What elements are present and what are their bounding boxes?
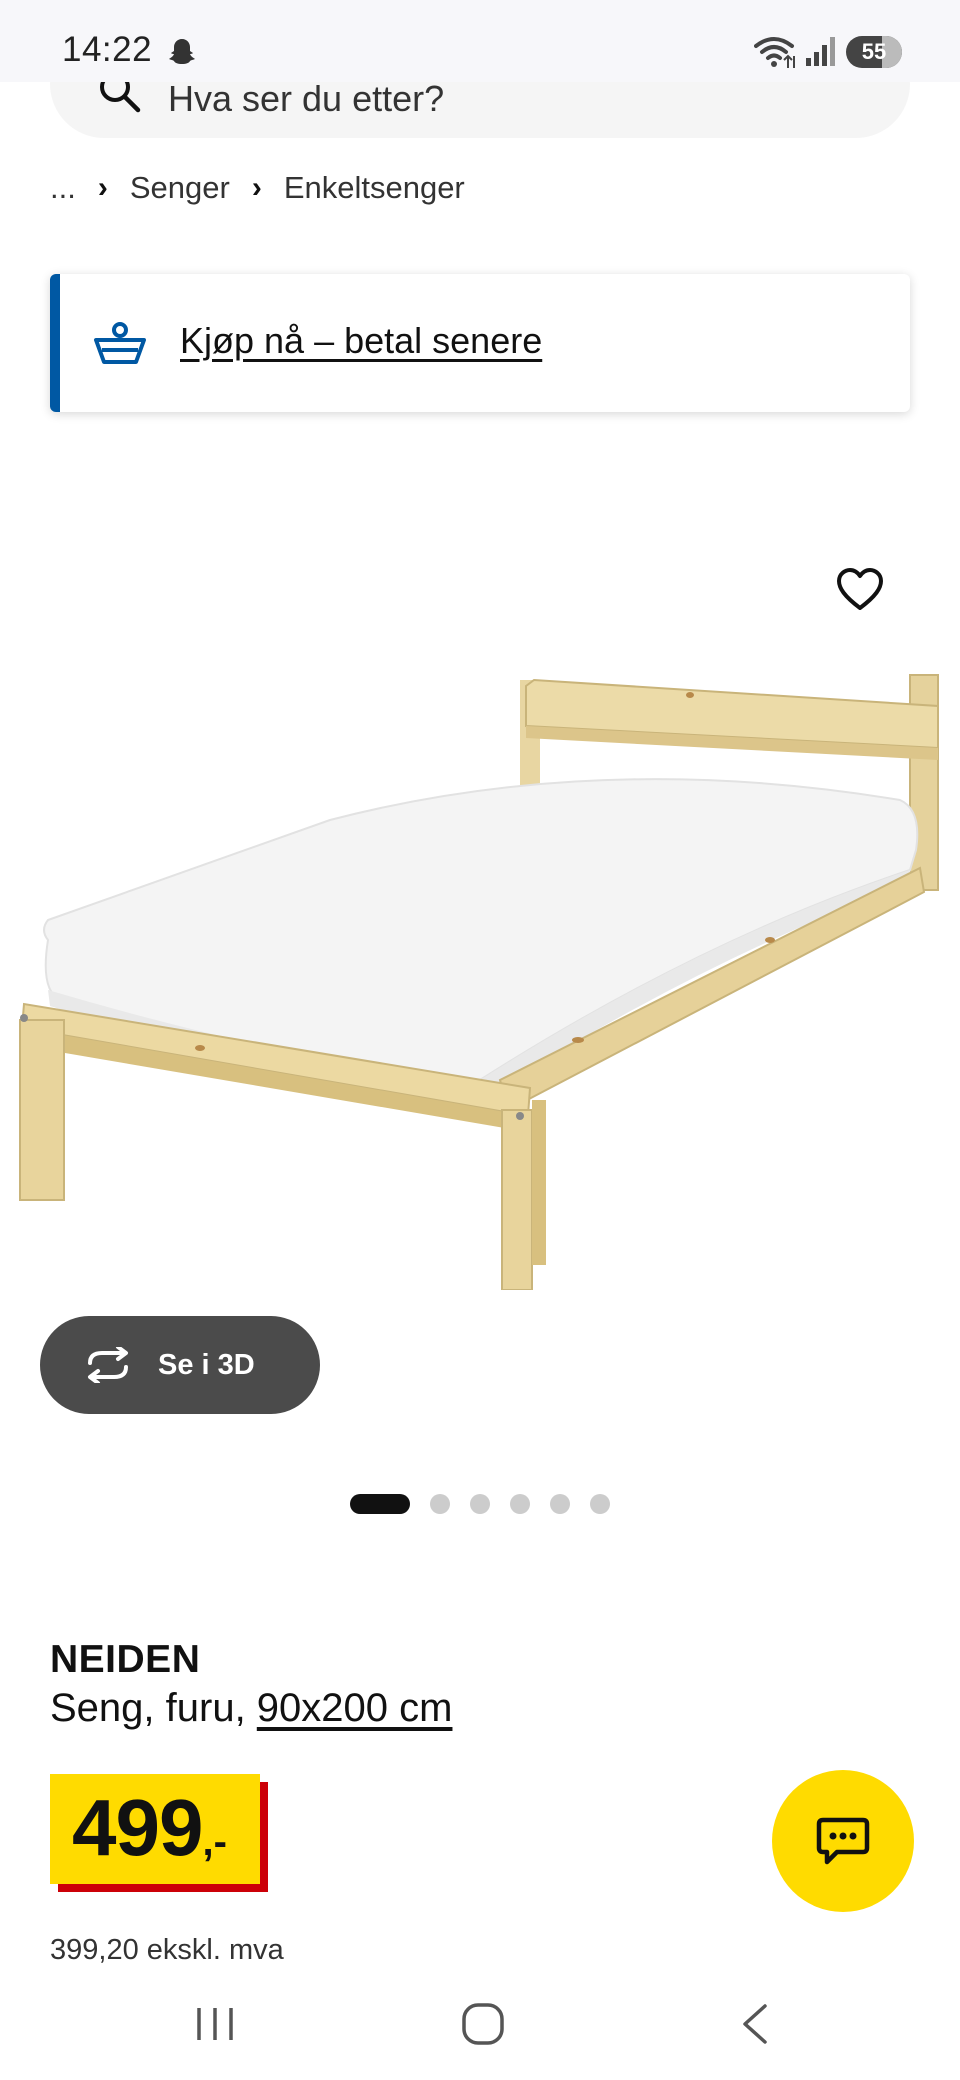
carousel-dot[interactable] xyxy=(510,1494,530,1514)
battery-level: 55 xyxy=(861,39,887,64)
price-excl-vat: 399,20 ekskl. mva xyxy=(50,1934,284,1966)
navigation-bar xyxy=(0,1970,960,2080)
product-description: Seng, furu, 90x200 cm xyxy=(50,1686,452,1731)
banner-accent-bar xyxy=(50,274,60,412)
breadcrumb: ... › Senger › Enkeltsenger xyxy=(50,170,465,206)
breadcrumb-item-senger[interactable]: Senger xyxy=(130,170,230,206)
view-in-3d-button[interactable]: Se i 3D xyxy=(40,1316,320,1414)
product-size-link[interactable]: 90x200 cm xyxy=(257,1686,453,1730)
status-bar: 14:22 55 xyxy=(0,0,960,82)
product-image[interactable] xyxy=(0,520,960,1290)
home-button[interactable] xyxy=(448,1994,518,2054)
status-time: 14:22 xyxy=(62,30,153,69)
recent-apps-icon xyxy=(197,2008,233,2040)
battery-indicator: 55 xyxy=(846,36,902,68)
buy-now-pay-later-link[interactable]: Kjøp nå – betal senere xyxy=(180,320,542,362)
ghost-icon xyxy=(169,39,195,64)
breadcrumb-ellipsis[interactable]: ... xyxy=(50,170,76,206)
carousel-dot[interactable] xyxy=(590,1494,610,1514)
carousel-dot[interactable] xyxy=(430,1494,450,1514)
search-input[interactable]: Hva ser du etter? xyxy=(168,78,444,120)
product-name: NEIDEN xyxy=(50,1638,201,1681)
product-type: Seng, furu, xyxy=(50,1686,257,1730)
chevron-right-icon: › xyxy=(97,171,108,204)
price-suffix: ,- xyxy=(202,1820,227,1864)
wifi-icon xyxy=(754,37,795,68)
price-tag: 499 ,- xyxy=(50,1774,268,1892)
signal-icon xyxy=(806,37,835,66)
home-icon xyxy=(462,2003,504,2045)
chevron-right-icon: › xyxy=(251,171,262,204)
favorite-button[interactable] xyxy=(830,560,890,620)
basket-icon xyxy=(94,322,146,364)
carousel-indicator xyxy=(350,1494,630,1514)
chat-icon xyxy=(816,1817,870,1865)
carousel-dot[interactable] xyxy=(470,1494,490,1514)
chat-button[interactable] xyxy=(772,1770,914,1912)
back-button[interactable] xyxy=(720,1994,790,2054)
carousel-dot-active[interactable] xyxy=(350,1494,410,1514)
price-value: 499 xyxy=(72,1783,203,1872)
rotate-3d-icon xyxy=(88,1347,128,1383)
carousel-dot[interactable] xyxy=(550,1494,570,1514)
heart-icon xyxy=(837,568,883,610)
price-box: 499 ,- xyxy=(50,1774,260,1884)
buy-now-pay-later-banner[interactable]: Kjøp nå – betal senere xyxy=(50,274,910,412)
view-in-3d-label: Se i 3D xyxy=(158,1348,255,1381)
breadcrumb-item-enkeltsenger[interactable]: Enkeltsenger xyxy=(284,170,465,206)
recent-apps-button[interactable] xyxy=(180,1994,250,2054)
back-icon xyxy=(743,2004,767,2044)
